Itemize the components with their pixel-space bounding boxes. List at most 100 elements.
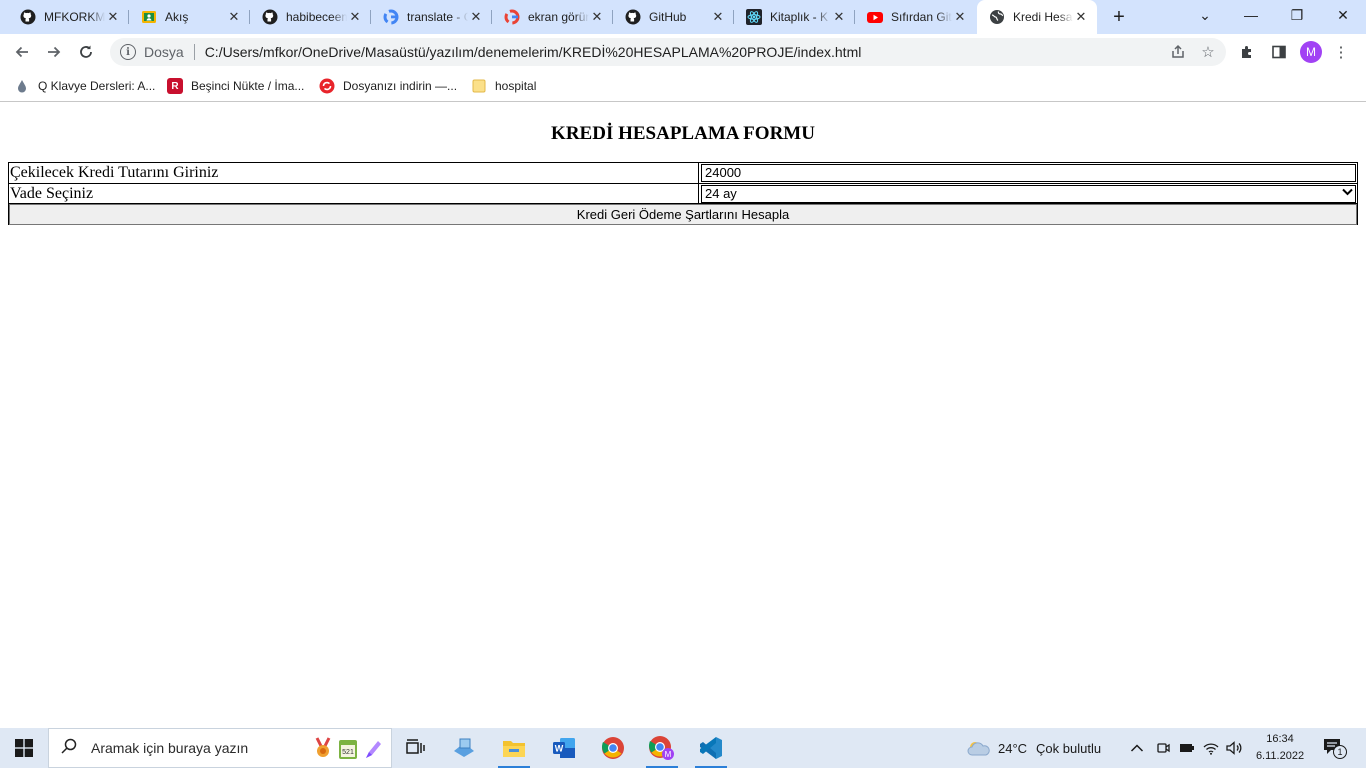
clock-date: 6.11.2022 xyxy=(1255,750,1305,762)
chevron-up-icon xyxy=(1130,744,1144,752)
tab-title: Akış xyxy=(165,10,189,24)
close-icon[interactable]: ✕ xyxy=(831,9,847,25)
credit-form-table: Çekilecek Kredi Tutarını Giriniz 24000 V… xyxy=(8,162,1358,225)
tab-sifirdan-git[interactable]: Sıfırdan Git ✕ xyxy=(855,4,976,30)
page-title: KREDİ HESAPLAMA FORMU xyxy=(551,123,815,144)
bookmarks-bar: Q Klavye Dersleri: A... R Beşinci Nükte … xyxy=(0,70,1366,102)
medal-icon xyxy=(315,737,331,757)
start-button[interactable] xyxy=(0,728,48,768)
url-text[interactable]: C:/Users/mfkor/OneDrive/Masaüstü/yazılım… xyxy=(205,44,1166,60)
system-clock[interactable]: 16:34 6.11.2022 xyxy=(1250,731,1310,765)
tab-search-button[interactable]: ⌄ xyxy=(1182,0,1228,30)
tab-strip: MFKORKMAZ ✕ Akış ✕ habibeceem ✕ translat… xyxy=(0,0,1366,34)
reload-icon xyxy=(80,45,92,58)
tab-title: translate - Google xyxy=(407,10,468,24)
tab-ekran-goruntusu[interactable]: ekran görüntüsü ✕ xyxy=(492,4,613,30)
weather-widget[interactable]: 24°C Çok bulutlu xyxy=(966,728,1101,768)
search-placeholder: Aramak için buraya yazın xyxy=(91,740,249,756)
amount-cell: 24000 xyxy=(699,163,1357,183)
bookmark-label: Dosyanızı indirin —... xyxy=(343,79,458,93)
taskbar-app-computer[interactable] xyxy=(440,728,488,768)
window-close-button[interactable]: ✕ xyxy=(1320,0,1366,30)
calculate-button[interactable]: Kredi Geri Ödeme Şartlarını Hesapla xyxy=(9,204,1357,225)
github-icon xyxy=(625,9,641,25)
close-icon[interactable]: ✕ xyxy=(347,9,363,25)
close-icon[interactable]: ✕ xyxy=(468,9,484,25)
arrow-left-icon xyxy=(15,46,28,58)
minimize-button[interactable]: — xyxy=(1228,0,1274,30)
bookmark-dosyanizi-indirin[interactable]: Dosyanızı indirin —... xyxy=(319,76,457,96)
tab-habibeceem[interactable]: habibeceem ✕ xyxy=(250,4,371,30)
wifi-icon[interactable] xyxy=(1203,728,1219,768)
github-icon xyxy=(262,9,278,25)
taskbar-app-chrome[interactable] xyxy=(589,728,637,768)
tab-kredi-hesapla[interactable]: Kredi Hesapla ✕ xyxy=(977,0,1097,34)
tab-github[interactable]: GitHub ✕ xyxy=(613,4,734,30)
taskbar-search[interactable]: Aramak için buraya yazın 521 xyxy=(48,728,392,768)
windows-logo-icon xyxy=(15,739,33,757)
droplet-icon xyxy=(14,78,30,94)
term-label: Vade Seçiniz xyxy=(9,184,699,203)
bookmark-hospital[interactable]: hospital xyxy=(471,76,536,96)
address-bar[interactable]: i Dosya C:/Users/mfkor/OneDrive/Masaüstü… xyxy=(110,38,1226,66)
bookmark-label: Q Klavye Dersleri: A... xyxy=(38,79,156,93)
taskbar-app-word[interactable]: W xyxy=(540,728,588,768)
svg-text:M: M xyxy=(665,750,672,759)
amount-input[interactable]: 24000 xyxy=(701,164,1356,182)
folder-icon xyxy=(471,78,487,94)
close-icon[interactable]: ✕ xyxy=(105,9,121,25)
notification-icon: 1 xyxy=(1322,737,1348,759)
close-icon[interactable]: ✕ xyxy=(1073,9,1089,25)
task-view-button[interactable] xyxy=(392,728,440,768)
tab-kitaplik[interactable]: Kitaplık - K ✕ xyxy=(734,4,855,30)
new-tab-button[interactable]: + xyxy=(1108,6,1130,28)
bookmark-besinci-nukte[interactable]: R Beşinci Nükte / İma... xyxy=(167,76,304,96)
notification-center[interactable]: 1 xyxy=(1322,728,1348,768)
tab-title: Kitaplık - K xyxy=(770,10,829,24)
tab-title: MFKORKMAZ xyxy=(44,10,105,24)
show-hidden-icons[interactable] xyxy=(1130,728,1144,768)
restore-button[interactable]: ❐ xyxy=(1274,0,1320,30)
tab-akis[interactable]: Akış ✕ xyxy=(129,4,250,30)
term-select[interactable]: 24 ay xyxy=(701,185,1356,203)
extensions-icon[interactable] xyxy=(1236,41,1258,63)
taskbar-app-vscode[interactable] xyxy=(687,728,735,768)
youtube-icon xyxy=(867,9,883,25)
reload-button[interactable] xyxy=(74,40,98,64)
info-icon[interactable]: i xyxy=(120,44,136,60)
google-icon xyxy=(383,9,399,25)
table-row: Kredi Geri Ödeme Şartlarını Hesapla xyxy=(9,203,1357,225)
volume-icon[interactable] xyxy=(1226,728,1244,768)
taskbar-app-chrome-profile[interactable]: M xyxy=(638,728,686,768)
forward-button[interactable] xyxy=(42,40,66,64)
svg-text:W: W xyxy=(555,744,564,754)
tab-translate[interactable]: translate - Google ✕ xyxy=(371,4,492,30)
close-icon[interactable]: ✕ xyxy=(710,9,726,25)
amount-label: Çekilecek Kredi Tutarını Giriniz xyxy=(9,163,699,183)
profile-avatar[interactable]: M xyxy=(1300,41,1322,63)
chrome-profile-icon: M xyxy=(649,736,674,760)
search-icon xyxy=(61,738,81,759)
chrome-icon xyxy=(602,737,624,759)
bookmark-star-icon[interactable]: ☆ xyxy=(1196,40,1220,64)
table-row: Çekilecek Kredi Tutarını Giriniz 24000 xyxy=(9,163,1357,183)
close-icon[interactable]: ✕ xyxy=(226,9,242,25)
tab-title: Kredi Hesapla xyxy=(1013,10,1073,24)
tab-title: habibeceem xyxy=(286,10,347,24)
back-button[interactable] xyxy=(10,40,34,64)
share-icon[interactable] xyxy=(1166,40,1190,64)
term-cell: 24 ay xyxy=(699,184,1357,203)
battery-icon[interactable] xyxy=(1179,728,1195,768)
search-highlight[interactable]: 521 xyxy=(313,737,383,761)
meet-now-icon[interactable] xyxy=(1156,728,1170,768)
page-content: KREDİ HESAPLAMA FORMU Çekilecek Kredi Tu… xyxy=(0,103,1366,728)
close-icon[interactable]: ✕ xyxy=(952,9,968,25)
bookmark-klavye[interactable]: Q Klavye Dersleri: A... xyxy=(14,76,155,96)
close-icon[interactable]: ✕ xyxy=(589,9,605,25)
side-panel-icon[interactable] xyxy=(1268,41,1290,63)
taskbar-app-file-explorer[interactable] xyxy=(490,728,538,768)
tab-mfkorkmaz[interactable]: MFKORKMAZ ✕ xyxy=(8,4,129,30)
react-icon xyxy=(746,9,762,25)
menu-dots-icon[interactable]: ⋮ xyxy=(1330,41,1352,63)
weather-description: Çok bulutlu xyxy=(1036,740,1102,756)
